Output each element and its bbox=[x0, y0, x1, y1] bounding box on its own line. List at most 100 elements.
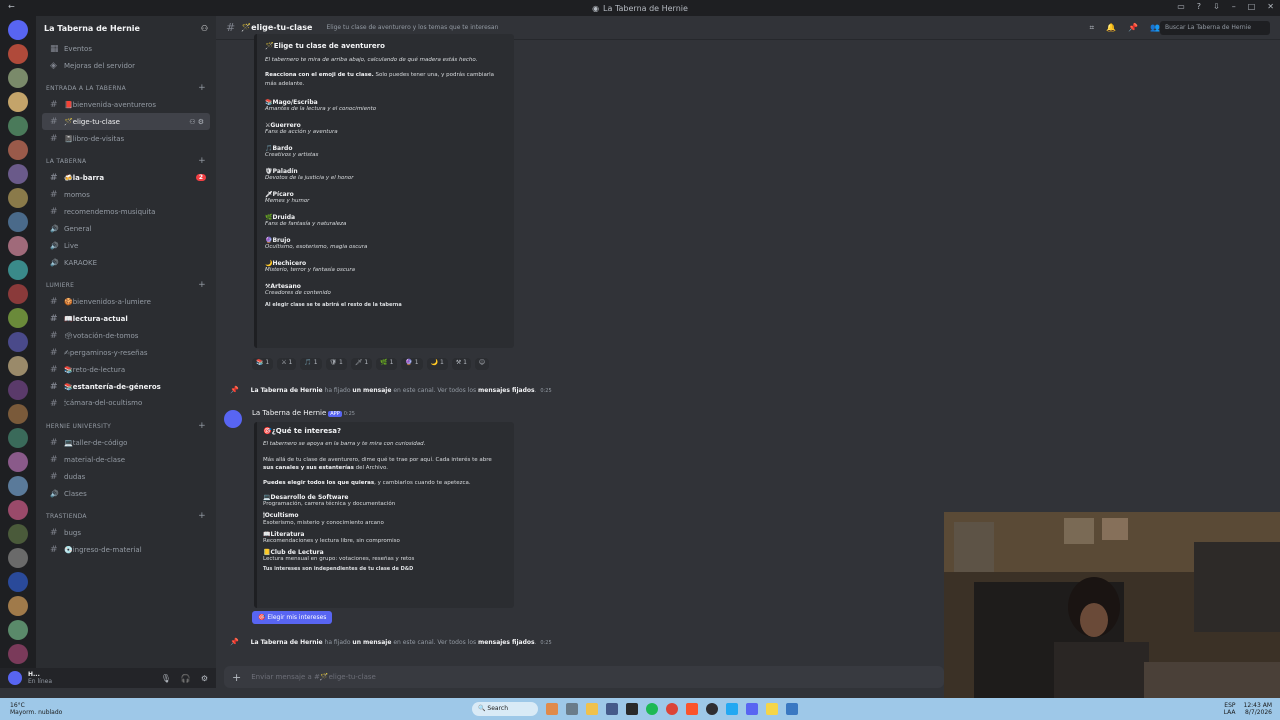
weather-widget[interactable]: 16°C Mayorm. nublado bbox=[10, 702, 62, 716]
add-channel-icon[interactable]: + bbox=[198, 280, 206, 290]
channel-topic[interactable]: Elige tu clase de aventurero y los temas… bbox=[326, 24, 498, 31]
add-member-icon[interactable]: ⚇ bbox=[201, 24, 208, 33]
calendar-app-icon[interactable] bbox=[606, 703, 618, 715]
reaction-pill[interactable]: 🌿 1 bbox=[376, 358, 398, 370]
minimize-button[interactable]: – bbox=[1232, 2, 1236, 11]
channel-item[interactable]: # 🍻la-barra 2 bbox=[42, 169, 210, 186]
help-icon[interactable]: ? bbox=[1197, 2, 1201, 11]
server-icon[interactable] bbox=[8, 452, 28, 472]
task-view-icon[interactable] bbox=[566, 703, 578, 715]
chrome-icon[interactable] bbox=[666, 703, 678, 715]
gear-icon[interactable]: ⚙ bbox=[201, 674, 208, 683]
attach-plus-icon[interactable]: + bbox=[232, 671, 241, 684]
server-icon[interactable] bbox=[8, 284, 28, 304]
channel-item[interactable]: 🔊 Live bbox=[42, 237, 210, 254]
server-icon[interactable] bbox=[8, 572, 28, 592]
system-tray[interactable]: ESP LAA 12:43 AM 8/7/2026 bbox=[1224, 702, 1272, 716]
channel-category[interactable]: LA TABERNA + bbox=[36, 153, 216, 169]
channel-item[interactable]: # ✍pergaminos-y-reseñas bbox=[42, 344, 210, 361]
bell-icon[interactable]: 🔔 bbox=[1106, 23, 1116, 33]
server-icon[interactable] bbox=[8, 620, 28, 640]
channel-item[interactable]: # 💿ingreso-de-material bbox=[42, 541, 210, 558]
sidebar-item-events[interactable]: ▦ Eventos bbox=[42, 40, 210, 57]
reaction-pill[interactable]: 🎵 1 bbox=[300, 358, 322, 370]
discord-home-icon[interactable] bbox=[8, 20, 28, 40]
threads-icon[interactable]: ⌗ bbox=[1090, 23, 1095, 33]
reaction-pill[interactable]: 🗡 1 bbox=[350, 358, 373, 370]
channel-item[interactable]: # recomendemos-musiquita bbox=[42, 203, 210, 220]
reaction-pill[interactable]: ⚒ 1 bbox=[451, 358, 471, 370]
reaction-pill[interactable]: 🛡 1 bbox=[325, 358, 347, 370]
channel-item[interactable]: # momos bbox=[42, 186, 210, 203]
channel-item[interactable]: # 📖lectura-actual bbox=[42, 310, 210, 327]
channel-item[interactable]: # 🕯cámara-del-ocultismo bbox=[42, 395, 210, 412]
terminal-icon[interactable] bbox=[626, 703, 638, 715]
server-icon[interactable] bbox=[8, 116, 28, 136]
channel-item[interactable]: # 📚estantería-de-géneros bbox=[42, 378, 210, 395]
server-icon[interactable] bbox=[8, 332, 28, 352]
server-icon[interactable] bbox=[8, 212, 28, 232]
server-icon[interactable] bbox=[8, 260, 28, 280]
channel-item[interactable]: 🔊 Clases bbox=[42, 485, 210, 502]
server-icon[interactable] bbox=[8, 548, 28, 568]
channel-category[interactable]: LUMIERE + bbox=[36, 277, 216, 293]
channel-item[interactable]: # 📚reto-de-lectura bbox=[42, 361, 210, 378]
channel-item[interactable]: # bugs bbox=[42, 524, 210, 541]
server-icon[interactable] bbox=[8, 44, 28, 64]
channel-item[interactable]: # 🗳votación-de-tomos bbox=[42, 327, 210, 344]
add-reaction-button[interactable]: ☺ bbox=[474, 358, 490, 370]
notes-icon[interactable] bbox=[766, 703, 778, 715]
server-icon[interactable] bbox=[8, 428, 28, 448]
server-icon[interactable] bbox=[8, 404, 28, 424]
guild-header[interactable]: La Taberna de Hernie ⚇ bbox=[36, 16, 216, 40]
maximize-button[interactable]: □ bbox=[1248, 2, 1256, 11]
server-icon[interactable] bbox=[8, 92, 28, 112]
close-button[interactable]: ✕ bbox=[1267, 2, 1274, 11]
spotify-icon[interactable] bbox=[646, 703, 658, 715]
server-icon[interactable] bbox=[8, 356, 28, 376]
channel-item[interactable]: # dudas bbox=[42, 468, 210, 485]
server-icon[interactable] bbox=[8, 140, 28, 160]
add-channel-icon[interactable]: + bbox=[198, 156, 206, 166]
channel-item[interactable]: # 🪄elige-tu-clase ⚇ ⚙ bbox=[42, 113, 210, 130]
headphones-icon[interactable]: 🎧 bbox=[181, 674, 191, 683]
add-channel-icon[interactable]: + bbox=[198, 511, 206, 521]
channel-item[interactable]: 🔊 General bbox=[42, 220, 210, 237]
server-icon[interactable] bbox=[8, 500, 28, 520]
server-icon[interactable] bbox=[8, 476, 28, 496]
reaction-pill[interactable]: ⚔ 1 bbox=[277, 358, 297, 370]
choose-interests-button[interactable]: 🎯 Elegir mis intereses bbox=[252, 611, 333, 624]
back-icon[interactable]: ← bbox=[8, 2, 15, 11]
server-icon[interactable] bbox=[8, 596, 28, 616]
channel-item[interactable]: # 🍪bienvenidos-a-lumiere bbox=[42, 293, 210, 310]
channel-settings-icon[interactable]: ⚇ ⚙ bbox=[189, 118, 204, 126]
server-icon[interactable] bbox=[8, 644, 28, 664]
message-composer[interactable]: + Enviar mensaje a #🪄elige-tu-clase bbox=[224, 666, 944, 688]
members-icon[interactable]: 👥 bbox=[1150, 23, 1160, 33]
server-icon[interactable] bbox=[8, 236, 28, 256]
reaction-pill[interactable]: 🔮 1 bbox=[401, 358, 423, 370]
search-input[interactable]: Buscar La Taberna de Hernie bbox=[1160, 20, 1270, 35]
channel-category[interactable]: TRASTIENDA + bbox=[36, 508, 216, 524]
download-icon[interactable]: ⇩ bbox=[1213, 2, 1220, 11]
pin-icon[interactable]: 📌 bbox=[1128, 23, 1138, 33]
channel-category[interactable]: HERNIE UNIVERSITY + bbox=[36, 418, 216, 434]
channel-item[interactable]: # 📕bienvenida-aventureros bbox=[42, 96, 210, 113]
server-icon[interactable] bbox=[8, 524, 28, 544]
bot-avatar[interactable] bbox=[224, 410, 242, 428]
language-indicator[interactable]: ESP LAA bbox=[1224, 702, 1236, 716]
editor-icon[interactable] bbox=[786, 703, 798, 715]
server-icon[interactable] bbox=[8, 164, 28, 184]
channel-category[interactable]: ENTRADA A LA TABERNA + bbox=[36, 80, 216, 96]
clock[interactable]: 12:43 AM 8/7/2026 bbox=[1244, 702, 1272, 716]
brave-icon[interactable] bbox=[686, 703, 698, 715]
server-icon[interactable] bbox=[8, 188, 28, 208]
reaction-pill[interactable]: 🌙 1 bbox=[426, 358, 448, 370]
discord-taskbar-icon[interactable] bbox=[746, 703, 758, 715]
file-explorer-icon[interactable] bbox=[586, 703, 598, 715]
vscode-icon[interactable] bbox=[726, 703, 738, 715]
channel-item[interactable]: 🔊 KARAOKE bbox=[42, 254, 210, 271]
obs-icon[interactable] bbox=[706, 703, 718, 715]
taskbar-search[interactable]: 🔍 Search bbox=[472, 702, 538, 716]
inbox-icon[interactable]: ▭ bbox=[1177, 2, 1185, 11]
